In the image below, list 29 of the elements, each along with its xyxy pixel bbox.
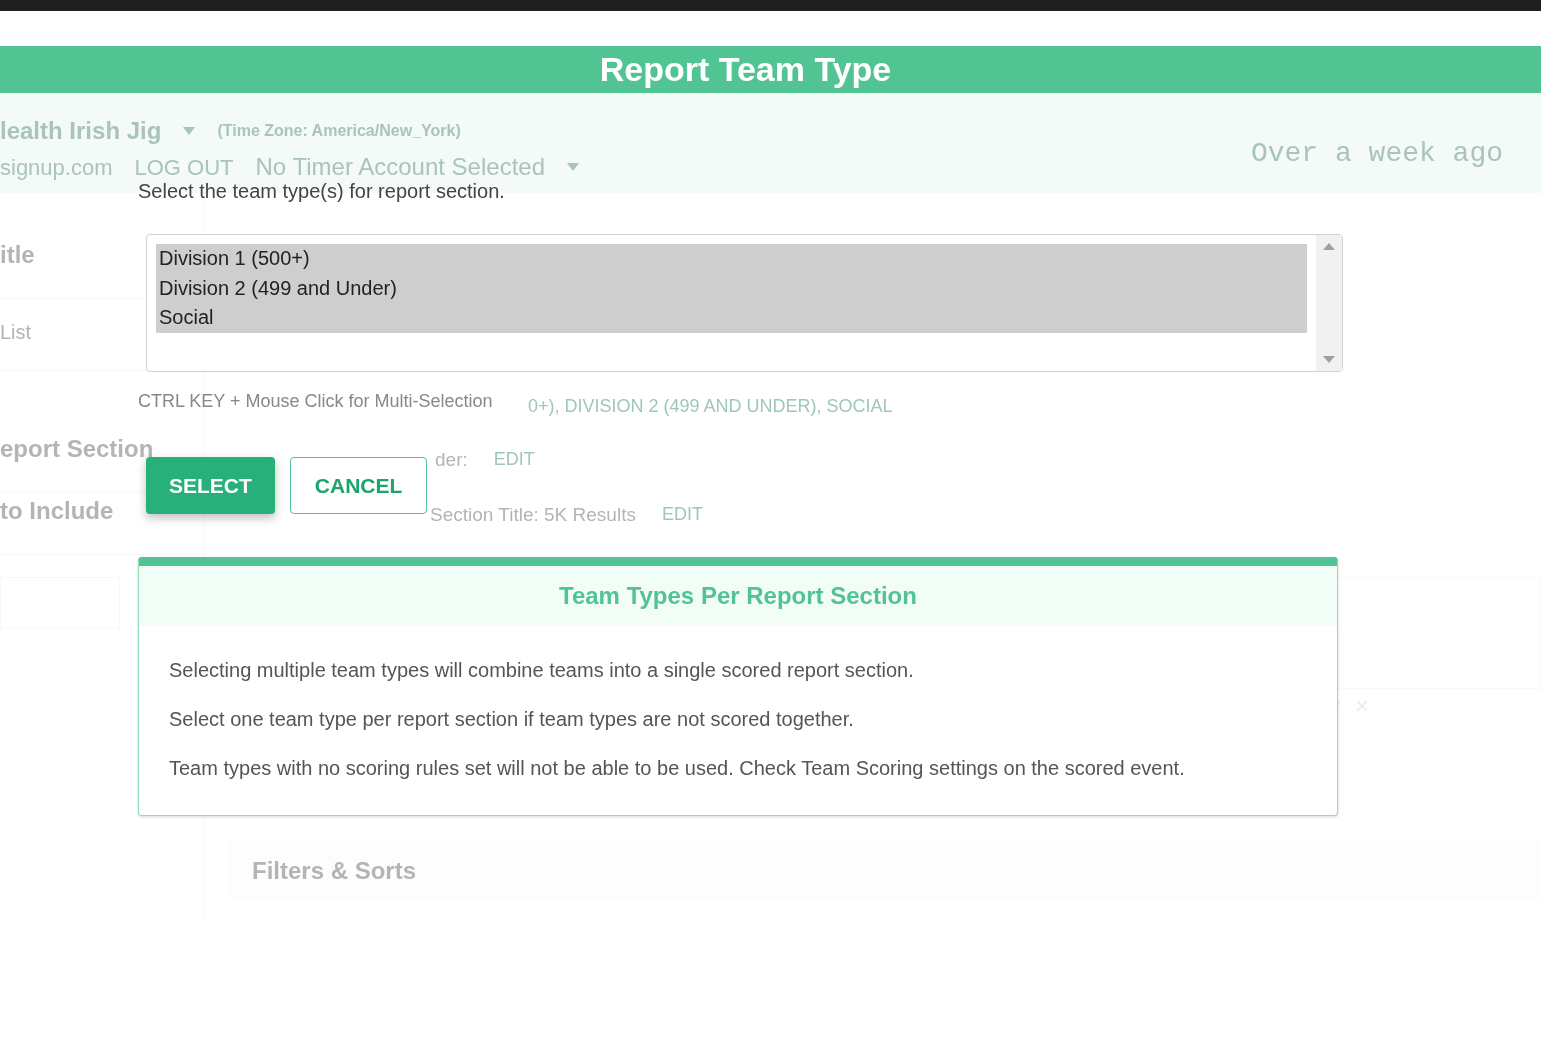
info-paragraph: Team types with no scoring rules set will not be able to be used. Check Team Scoring settings on the scored event. — [169, 756, 1186, 781]
sidebar-heading: itle — [0, 241, 35, 268]
caret-icon[interactable] — [183, 127, 196, 135]
list-option[interactable]: Social — [156, 303, 1307, 333]
select-button[interactable]: SELECT — [146, 457, 275, 514]
edit-link[interactable]: EDIT — [661, 500, 703, 529]
event-name[interactable]: lealth Irish Jig — [0, 113, 162, 149]
section-title-label: Section Title: 5K Results — [430, 502, 636, 527]
caret-icon[interactable] — [567, 163, 579, 171]
info-title: Team Types Per Report Section — [139, 566, 1337, 626]
section-header-label: der: — [435, 448, 468, 472]
list-option[interactable]: Division 2 (499 and Under) — [156, 273, 1307, 303]
time-zone-label: (Time Zone: America/New_York) — [217, 121, 461, 141]
hint-text: CTRL KEY + Mouse Click for Multi-Selection — [138, 390, 493, 413]
scrollbar[interactable] — [1316, 235, 1342, 371]
sidebar-link[interactable]: List — [0, 321, 32, 343]
account-email: signup.com — [0, 153, 113, 182]
info-paragraph: Selecting multiple team types will combine teams into a single scored report section. — [169, 658, 915, 683]
info-paragraph: Select one team type per report section if team types are not scored together. — [169, 707, 855, 732]
updated-time: Over a week ago — [1250, 137, 1503, 171]
team-type-listbox[interactable]: Division 1 (500+) Division 2 (499 and Under) Social — [146, 234, 1343, 372]
team-types-summary: 0+), DIVISION 2 (499 AND UNDER), SOCIAL — [528, 395, 894, 418]
dialog-title: Report Team Type — [0, 46, 1541, 93]
cancel-button[interactable]: CANCEL — [289, 457, 428, 514]
edit-link[interactable]: EDIT — [493, 446, 535, 475]
list-option[interactable]: Division 1 (500+) — [156, 244, 1307, 274]
scroll-down-icon[interactable] — [1323, 356, 1335, 363]
scroll-up-icon[interactable] — [1323, 243, 1335, 250]
sidebar-heading: to Include — [0, 497, 114, 524]
